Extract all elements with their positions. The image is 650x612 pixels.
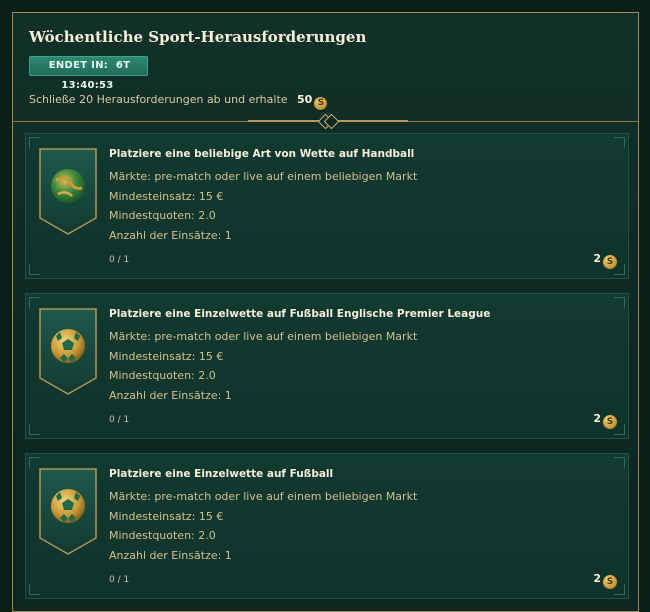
- coin-icon: S: [603, 255, 617, 269]
- challenge-min-odds: Mindestquoten: 2.0: [109, 369, 216, 382]
- challenge-reward: 2S: [593, 412, 617, 429]
- challenge-progress: 0 / 1: [109, 415, 130, 425]
- challenges-panel: Wöchentliche Sport-Herausforderungen END…: [12, 12, 639, 612]
- summary-reward: 50: [297, 93, 313, 106]
- challenge-title: Platziere eine Einzelwette auf Fußball: [109, 468, 334, 480]
- summary-line: Schließe 20 Herausforderungen ab und erh…: [29, 93, 328, 110]
- countdown-label: ENDET IN:: [48, 60, 109, 71]
- challenge-card[interactable]: Platziere eine Einzelwette auf Fußball E…: [25, 293, 629, 439]
- countdown-badge: ENDET IN: 6T 13:40:53: [29, 56, 148, 91]
- coin-icon: S: [314, 97, 328, 110]
- coin-icon: S: [603, 415, 617, 429]
- challenge-min-stake: Mindesteinsatz: 15 €: [109, 510, 224, 523]
- challenge-card[interactable]: Platziere eine Einzelwette auf Fußball M…: [25, 453, 629, 599]
- challenge-card[interactable]: Platziere eine beliebige Art von Wette a…: [25, 133, 629, 279]
- reward-amount: 2: [593, 252, 601, 265]
- page-title: Wöchentliche Sport-Herausforderungen: [29, 28, 367, 46]
- challenge-markets: Märkte: pre-match oder live auf einem be…: [109, 490, 418, 503]
- handball-icon: [39, 148, 97, 235]
- coin-icon: S: [603, 575, 617, 589]
- challenge-title: Platziere eine beliebige Art von Wette a…: [109, 148, 415, 160]
- challenge-progress: 0 / 1: [109, 255, 130, 265]
- reward-amount: 2: [593, 412, 601, 425]
- football-icon: [39, 468, 97, 555]
- challenge-min-stake: Mindesteinsatz: 15 €: [109, 190, 224, 203]
- challenge-markets: Märkte: pre-match oder live auf einem be…: [109, 170, 418, 183]
- challenge-reward: 2S: [593, 252, 617, 269]
- panel-header: Wöchentliche Sport-Herausforderungen END…: [13, 13, 638, 122]
- reward-amount: 2: [593, 572, 601, 585]
- challenge-reward: 2S: [593, 572, 617, 589]
- challenge-stake-count: Anzahl der Einsätze: 1: [109, 389, 232, 402]
- challenge-min-odds: Mindestquoten: 2.0: [109, 209, 216, 222]
- challenge-stake-count: Anzahl der Einsätze: 1: [109, 549, 232, 562]
- summary-text: Schließe 20 Herausforderungen ab und erh…: [29, 93, 288, 106]
- challenge-markets: Märkte: pre-match oder live auf einem be…: [109, 330, 418, 343]
- challenge-progress: 0 / 1: [109, 575, 130, 585]
- challenge-min-stake: Mindesteinsatz: 15 €: [109, 350, 224, 363]
- challenge-min-odds: Mindestquoten: 2.0: [109, 529, 216, 542]
- header-divider-ornament: [248, 113, 408, 130]
- football-icon: [39, 308, 97, 395]
- challenge-title: Platziere eine Einzelwette auf Fußball E…: [109, 308, 491, 320]
- challenge-stake-count: Anzahl der Einsätze: 1: [109, 229, 232, 242]
